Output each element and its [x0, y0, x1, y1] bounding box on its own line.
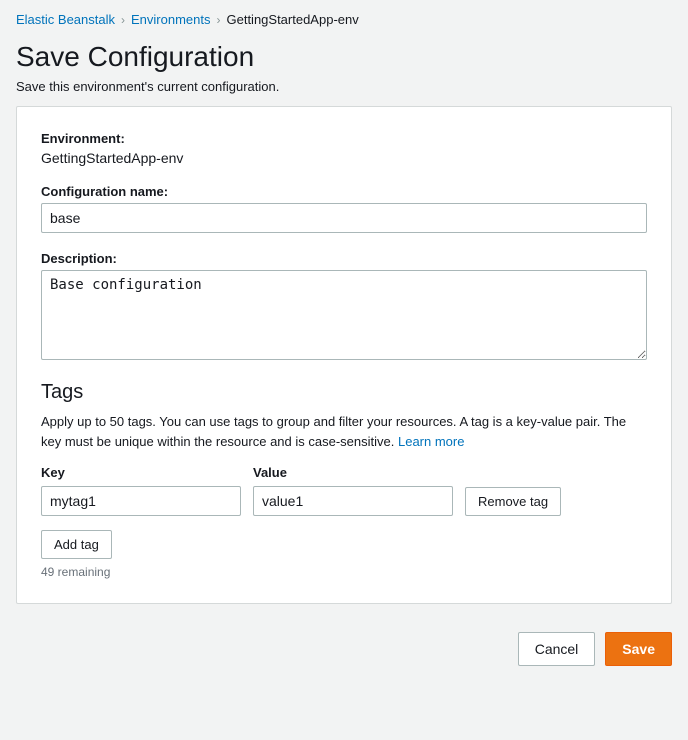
- add-tag-button[interactable]: Add tag: [41, 530, 112, 559]
- remove-tag-button[interactable]: Remove tag: [465, 487, 561, 516]
- config-name-label: Configuration name:: [41, 184, 647, 199]
- page-subtitle: Save this environment's current configur…: [16, 79, 672, 94]
- page-header: Save Configuration Save this environment…: [0, 37, 688, 106]
- description-label: Description:: [41, 251, 647, 266]
- breadcrumb-separator-1: ›: [121, 13, 125, 27]
- tag-key-input[interactable]: [41, 486, 241, 516]
- environment-field: Environment: GettingStartedApp-env: [41, 131, 647, 166]
- page-title: Save Configuration: [16, 41, 672, 73]
- tags-title: Tags: [41, 381, 647, 404]
- config-name-input[interactable]: [41, 203, 647, 233]
- description-field: Description: Base configuration: [41, 251, 647, 363]
- main-card: Environment: GettingStartedApp-env Confi…: [16, 106, 672, 604]
- config-name-field: Configuration name:: [41, 184, 647, 233]
- tag-value-input[interactable]: [253, 486, 453, 516]
- key-header: Key: [41, 465, 241, 480]
- environment-label: Environment:: [41, 131, 647, 146]
- save-button[interactable]: Save: [605, 632, 672, 666]
- tags-description: Apply up to 50 tags. You can use tags to…: [41, 412, 647, 451]
- value-header: Value: [253, 465, 453, 480]
- remaining-count: 49 remaining: [41, 565, 647, 579]
- breadcrumb-separator-2: ›: [216, 13, 220, 27]
- tags-row-header: Key Value: [41, 465, 647, 480]
- cancel-button[interactable]: Cancel: [518, 632, 596, 666]
- breadcrumb-link-beanstalk[interactable]: Elastic Beanstalk: [16, 12, 115, 27]
- tags-section: Tags Apply up to 50 tags. You can use ta…: [41, 381, 647, 579]
- description-input[interactable]: Base configuration: [41, 270, 647, 360]
- learn-more-link[interactable]: Learn more: [398, 434, 464, 449]
- breadcrumb-current: GettingStartedApp-env: [226, 12, 358, 27]
- breadcrumb: Elastic Beanstalk › Environments › Getti…: [0, 0, 688, 37]
- tag-row: Remove tag: [41, 486, 647, 516]
- tags-description-text: Apply up to 50 tags. You can use tags to…: [41, 414, 626, 449]
- environment-value: GettingStartedApp-env: [41, 150, 647, 166]
- breadcrumb-link-environments[interactable]: Environments: [131, 12, 210, 27]
- footer-actions: Cancel Save: [0, 620, 688, 678]
